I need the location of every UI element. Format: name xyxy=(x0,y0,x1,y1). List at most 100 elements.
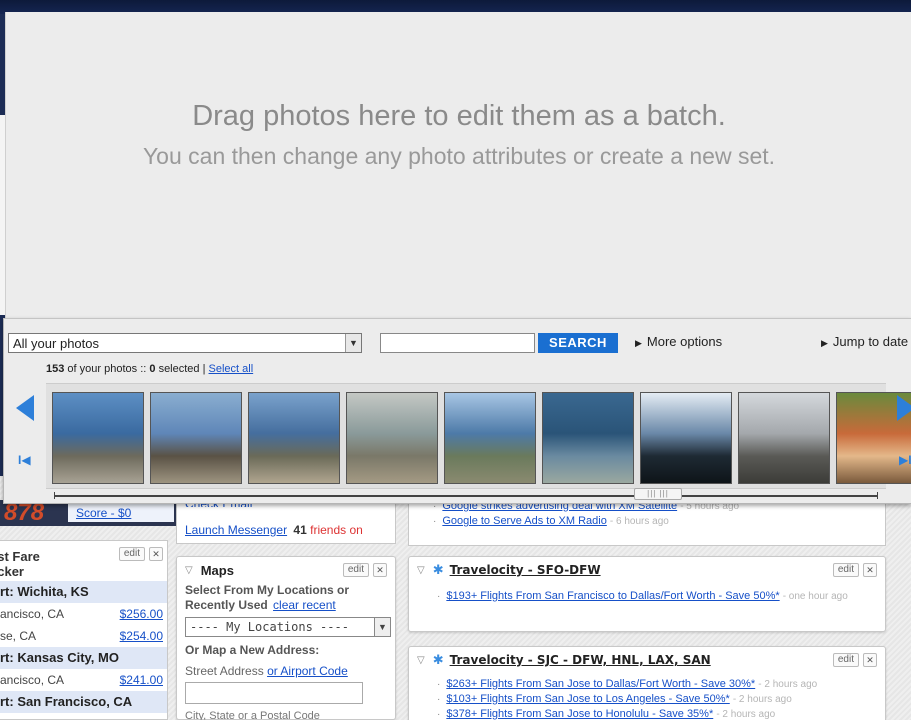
fare-price-row: ancisco, CA $241.00 xyxy=(0,669,167,691)
photo-thumbnail[interactable] xyxy=(444,392,536,484)
travelocity-star-icon: ✱ xyxy=(432,652,444,667)
deal-item: · $193+ Flights From San Francisco to Dal… xyxy=(409,589,885,604)
travelocity-sjc-header: ▽ ✱ Travelocity - SJC - DFW, HNL, LAX, S… xyxy=(409,647,885,673)
last-page-icon[interactable]: ▶I xyxy=(899,453,911,467)
triangle-right-icon: ▶ xyxy=(635,338,642,348)
deal-timestamp: - one hour ago xyxy=(782,591,848,602)
fare-destination-row: rt: Kansas City, MO xyxy=(0,647,167,669)
fare-destination-row: rt: Wichita, KS xyxy=(0,581,167,603)
deal-timestamp: - 2 hours ago xyxy=(732,694,792,705)
maps-title: Maps xyxy=(200,562,234,578)
photo-count-suffix: of your photos :: xyxy=(67,363,147,375)
first-page-icon[interactable]: I◀ xyxy=(18,453,31,467)
my-locations-value: ---- My Locations ---- xyxy=(190,620,349,634)
selected-count: 0 xyxy=(149,363,156,375)
jump-to-date-label: Jump to date xyxy=(832,334,909,349)
deal-link[interactable]: $378+ Flights From San Jose to Honolulu … xyxy=(446,708,713,720)
maps-select-label: Select From My Locations or Recently Use… xyxy=(185,583,350,612)
maps-module: ▽ Maps edit ✕ Select From My Locations o… xyxy=(176,556,396,720)
fare-row-label: rt: Kansas City, MO xyxy=(0,650,119,665)
batch-drop-zone[interactable]: Drag photos here to edit them as a batch… xyxy=(5,12,911,318)
photo-thumbnail[interactable] xyxy=(738,392,830,484)
travelocity-sfo-header: ▽ ✱ Travelocity - SFO-DFW edit ✕ xyxy=(409,557,885,583)
fare-price-link[interactable]: $254.00 xyxy=(120,625,163,647)
photo-thumbnail[interactable] xyxy=(542,392,634,484)
collapse-triangle-icon[interactable]: ▽ xyxy=(185,565,193,576)
fare-close-icon[interactable]: ✕ xyxy=(149,547,163,561)
city-label: City, State or a Postal Code xyxy=(185,710,320,720)
street-address-label: Street Address xyxy=(185,664,264,678)
collapse-triangle-icon[interactable]: ▽ xyxy=(417,655,425,666)
fare-edit-button[interactable]: edit xyxy=(118,547,145,561)
bullet-icon: · xyxy=(437,694,441,705)
travelocity-star-icon: ✱ xyxy=(432,562,444,577)
travel1-close-icon[interactable]: ✕ xyxy=(863,563,877,577)
friends-label: friends on xyxy=(310,523,363,537)
fare-price-link[interactable]: $256.00 xyxy=(120,603,163,625)
travelocity-sfo-title[interactable]: Travelocity - SFO-DFW xyxy=(450,563,829,577)
travel2-close-icon[interactable]: ✕ xyxy=(863,653,877,667)
photo-search-input[interactable] xyxy=(380,333,535,353)
fare-price-link[interactable]: $241.00 xyxy=(120,669,163,691)
travelocity-sjc-title[interactable]: Travelocity - SJC - DFW, HNL, LAX, SAN xyxy=(450,653,829,667)
clear-recent-link[interactable]: clear recent xyxy=(273,598,336,612)
fare-tracker-title: est Fare acker xyxy=(0,549,40,579)
street-address-input[interactable] xyxy=(185,682,363,704)
score-link[interactable]: Score - $0 xyxy=(76,506,131,520)
photo-filter-value: All your photos xyxy=(13,335,99,351)
deal-link[interactable]: $263+ Flights From San Jose to Dallas/Fo… xyxy=(446,678,755,690)
bullet-icon: · xyxy=(437,709,441,720)
deal-item: · $263+ Flights From San Jose to Dallas/F… xyxy=(409,677,885,692)
thumbnail-strip xyxy=(46,383,911,489)
deal-link[interactable]: $193+ Flights From San Francisco to Dall… xyxy=(446,590,779,602)
strip-scrollbar[interactable] xyxy=(54,492,878,499)
photo-filter-select[interactable]: All your photos ▼ xyxy=(8,333,362,353)
chevron-down-icon: ▼ xyxy=(345,334,361,352)
photo-thumbnail[interactable] xyxy=(150,392,242,484)
airport-code-link[interactable]: or Airport Code xyxy=(267,664,348,678)
fare-row-label: rt: San Francisco, CA xyxy=(0,694,133,709)
fare-price-row: ancisco, CA $256.00 xyxy=(0,603,167,625)
photo-count-line: 153 of your photos :: 0 selected | Selec… xyxy=(46,363,253,375)
travelocity-sfo-list: · $193+ Flights From San Francisco to Dal… xyxy=(409,583,885,604)
launch-messenger-link[interactable]: Launch Messenger xyxy=(185,523,287,537)
street-address-row: Street Address or Airport Code xyxy=(185,664,387,678)
travel1-edit-button[interactable]: edit xyxy=(832,563,859,577)
maps-close-icon[interactable]: ✕ xyxy=(373,563,387,577)
photo-thumbnail[interactable] xyxy=(52,392,144,484)
previous-arrow-icon[interactable] xyxy=(16,395,34,421)
news-timestamp: - 6 hours ago xyxy=(609,516,669,527)
more-options-toggle[interactable]: ▶ More options xyxy=(635,334,722,349)
maps-header: ▽ Maps edit ✕ xyxy=(177,557,395,583)
fare-tracker-module: est Fare acker edit ✕ rt: Wichita, KS anc… xyxy=(0,540,168,720)
messenger-module: Check Email Launch Messenger 41 friends … xyxy=(176,499,396,544)
collapse-triangle-icon[interactable]: ▽ xyxy=(417,565,425,576)
fare-row-label: se, CA xyxy=(0,629,37,643)
travel2-edit-button[interactable]: edit xyxy=(832,653,859,667)
select-all-link[interactable]: Select all xyxy=(209,363,254,375)
friends-count: 41 xyxy=(293,523,307,537)
deal-timestamp: - 2 hours ago xyxy=(716,709,776,720)
deal-item: · $378+ Flights From San Jose to Honolulu… xyxy=(409,707,885,720)
fare-destination-row: rt: San Francisco, CA xyxy=(0,691,167,713)
deal-item: · $103+ Flights From San Jose to Los Ange… xyxy=(409,692,885,707)
jump-to-date-toggle[interactable]: ▶ Jump to date xyxy=(821,334,908,349)
news-link[interactable]: Google to Serve Ads to XM Radio xyxy=(442,515,606,527)
fare-row-label: ancisco, CA xyxy=(0,607,65,621)
photo-thumbnail[interactable] xyxy=(346,392,438,484)
my-locations-select[interactable]: ---- My Locations ---- ▼ xyxy=(185,617,391,637)
photo-thumbnail[interactable] xyxy=(640,392,732,484)
drop-zone-subtitle: You can then change any photo attributes… xyxy=(142,143,776,169)
new-address-label: Or Map a New Address: xyxy=(185,643,320,657)
fare-row-label: ancisco, CA xyxy=(0,673,65,687)
maps-edit-button[interactable]: edit xyxy=(342,563,369,577)
photo-picker: All your photos ▼ SEARCH ▶ More options ▶… xyxy=(3,318,911,504)
fare-row-label: rt: Wichita, KS xyxy=(0,584,89,599)
photo-thumbnail[interactable] xyxy=(248,392,340,484)
strip-scroll-handle[interactable]: ||| ||| xyxy=(634,488,682,500)
travelocity-sjc-module: ▽ ✱ Travelocity - SJC - DFW, HNL, LAX, S… xyxy=(408,646,886,720)
next-arrow-icon[interactable] xyxy=(897,395,911,421)
search-button[interactable]: SEARCH xyxy=(538,333,618,353)
deal-link[interactable]: $103+ Flights From San Jose to Los Angel… xyxy=(446,693,729,705)
more-options-label: More options xyxy=(646,334,723,349)
